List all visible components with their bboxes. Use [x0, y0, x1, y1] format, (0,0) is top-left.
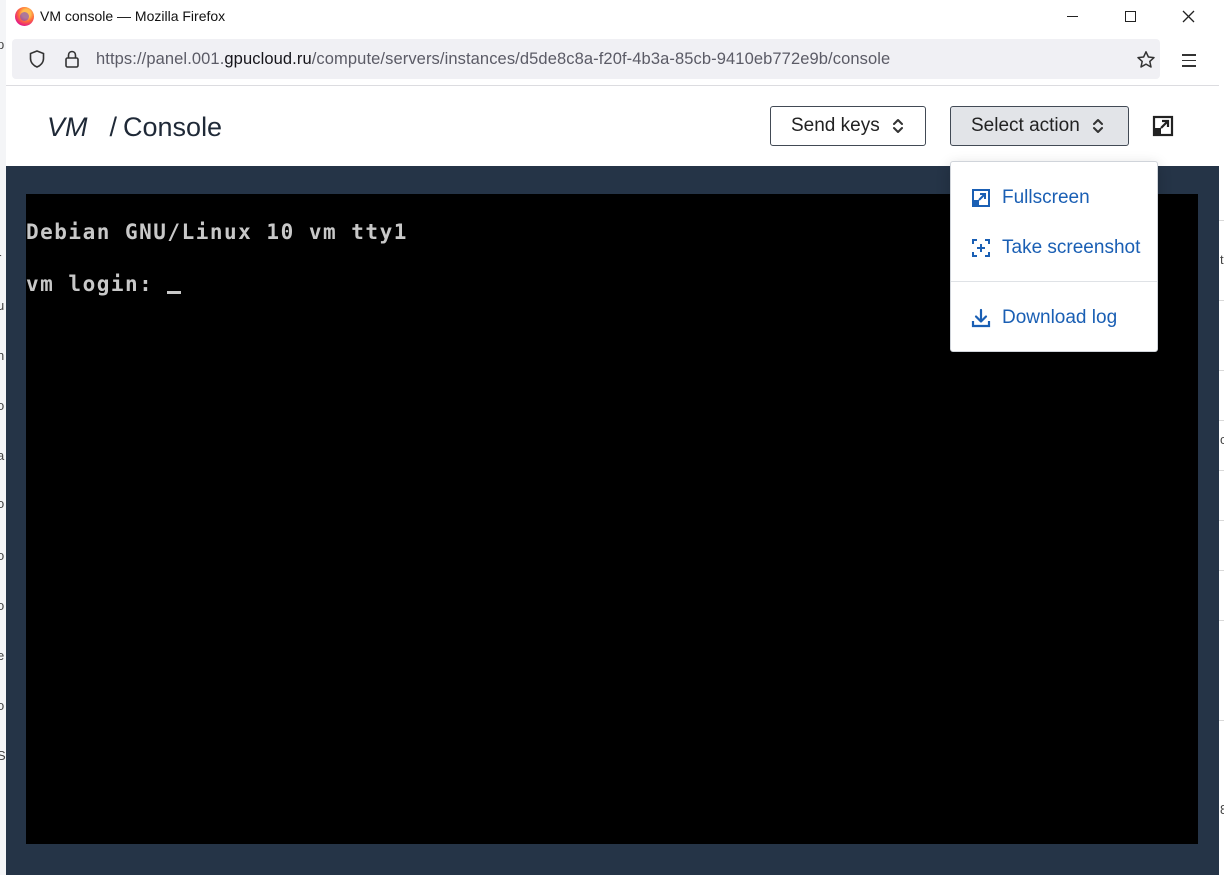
background-divider — [1219, 370, 1224, 371]
minimize-icon — [1066, 16, 1078, 17]
background-divider — [1219, 620, 1224, 621]
minimize-button[interactable] — [1043, 0, 1101, 33]
background-divider — [1219, 720, 1224, 721]
background-divider — [1219, 470, 1224, 471]
close-window-button[interactable] — [1159, 0, 1217, 33]
maximize-button[interactable] — [1101, 0, 1159, 33]
background-text-fragment: o — [0, 548, 4, 563]
background-text-fragment: u — [0, 298, 4, 313]
background-text-fragment: p — [0, 37, 4, 52]
lock-icon[interactable] — [64, 50, 80, 68]
download-icon — [971, 308, 991, 328]
background-text-fragment: o — [0, 496, 4, 511]
console-header: VM / Console Send keys Select action — [6, 86, 1219, 166]
url-text[interactable]: https://panel.001.gpucloud.ru/compute/se… — [96, 50, 890, 69]
console-line-login: vm login: — [26, 272, 182, 296]
background-text-fragment: o — [0, 598, 4, 613]
select-action-menu: Fullscreen Take screenshot Download log — [950, 161, 1158, 352]
background-text-fragment: 8 — [1220, 802, 1224, 817]
shield-icon[interactable] — [29, 50, 45, 68]
menu-item-take-screenshot[interactable]: Take screenshot — [951, 226, 1157, 270]
menu-item-download-log-label: Download log — [1002, 307, 1118, 328]
maximize-icon — [1124, 11, 1136, 22]
send-keys-label: Send keys — [791, 115, 880, 136]
firefox-logo-icon — [15, 7, 34, 26]
fullscreen-icon — [972, 189, 990, 207]
url-host: gpucloud.ru — [224, 50, 312, 68]
menu-item-fullscreen-label: Fullscreen — [1002, 187, 1090, 208]
window-titlebar[interactable]: VM console — Mozilla Firefox — [6, 0, 1219, 33]
open-external-icon[interactable] — [1152, 115, 1174, 137]
background-divider — [1219, 570, 1224, 571]
background-text-fragment: o — [0, 698, 4, 713]
select-action-label: Select action — [971, 115, 1080, 136]
hamburger-menu-icon[interactable] — [1182, 54, 1196, 67]
menu-item-download-log[interactable]: Download log — [951, 296, 1157, 340]
screenshot-icon — [972, 239, 990, 257]
breadcrumb-separator: / — [109, 112, 118, 142]
menu-item-screenshot-label: Take screenshot — [1002, 237, 1141, 258]
window-title: VM console — Mozilla Firefox — [40, 8, 226, 24]
close-icon — [1182, 10, 1194, 23]
breadcrumb: VM / Console — [47, 112, 222, 143]
send-keys-button[interactable]: Send keys — [770, 106, 926, 146]
login-prompt: vm login: — [26, 272, 168, 296]
background-text-fragment: n — [0, 348, 4, 363]
url-path: /compute/servers/instances/d5de8c8a-f20f… — [311, 50, 891, 68]
chevron-up-down-icon — [1092, 119, 1103, 133]
menu-item-fullscreen[interactable]: Fullscreen — [951, 176, 1157, 220]
text-cursor — [167, 291, 182, 294]
console-line-os: Debian GNU/Linux 10 vm tty1 — [26, 220, 408, 244]
select-action-button[interactable]: Select action — [950, 106, 1129, 146]
background-text-fragment: S — [0, 748, 6, 763]
background-text-fragment: a — [0, 448, 4, 463]
background-divider — [1219, 420, 1224, 421]
background-text-fragment: o — [0, 398, 4, 413]
firefox-popup-window: VM console — Mozilla Firefox https://pan… — [6, 0, 1219, 875]
background-text-fragment: r — [0, 250, 1, 265]
background-divider — [1219, 520, 1224, 521]
background-text-fragment: c — [1220, 432, 1224, 447]
url-prefix: https://panel.001. — [96, 50, 225, 68]
chevron-up-down-icon — [892, 119, 903, 133]
bookmark-star-icon[interactable] — [1136, 50, 1156, 70]
background-text-fragment: e — [0, 648, 4, 663]
menu-divider — [951, 281, 1157, 282]
background-divider — [1219, 300, 1224, 301]
address-bar[interactable]: https://panel.001.gpucloud.ru/compute/se… — [12, 39, 1160, 79]
breadcrumb-current: Console — [123, 112, 223, 142]
background-text-fragment: t — [1220, 252, 1224, 267]
background-divider — [1219, 220, 1224, 221]
breadcrumb-vm[interactable]: VM — [47, 112, 88, 142]
